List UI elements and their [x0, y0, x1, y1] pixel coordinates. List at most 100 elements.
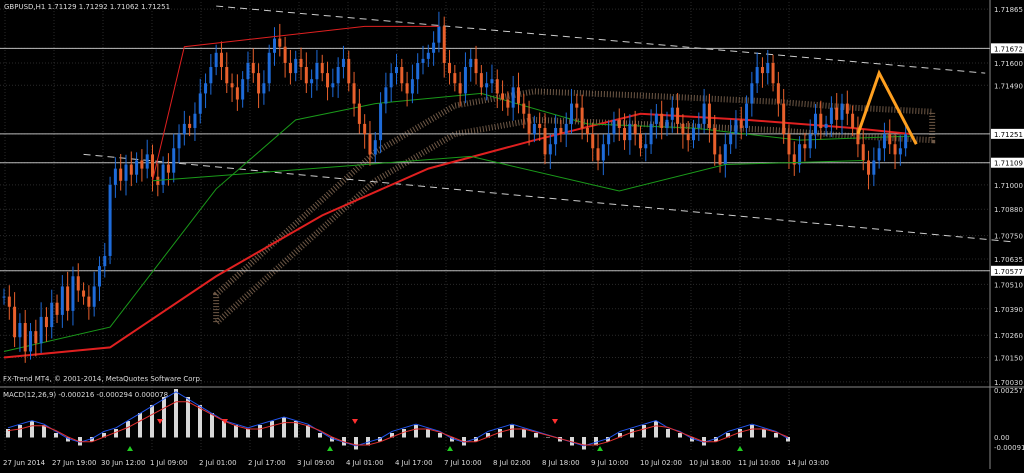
candle-body [522, 103, 526, 114]
candle-body [453, 73, 457, 84]
price-tick-label: 1.70150 [994, 355, 1023, 363]
candle-body [108, 184, 112, 256]
candle-body [670, 107, 674, 120]
candle-body [272, 38, 276, 53]
candle-body [485, 83, 489, 88]
candle-body [660, 113, 664, 128]
candle-body [707, 103, 711, 128]
candle-body [697, 123, 701, 128]
candle-body [654, 113, 658, 124]
time-tick-label: 11 Jul 10:00 [738, 459, 780, 467]
candle-body [29, 331, 33, 352]
macd-axis-label: 0.002571 [994, 387, 1024, 395]
level-label-text: 1.71251 [994, 131, 1023, 139]
candle-body [426, 52, 430, 59]
candle-body [336, 67, 340, 84]
candle-body [734, 119, 738, 135]
candle-body [320, 62, 324, 74]
candle-body [442, 26, 446, 63]
candle-body [607, 134, 611, 145]
candle-body [230, 83, 234, 88]
time-tick-label: 2 Jul 17:00 [248, 459, 286, 467]
candle-body [898, 148, 902, 155]
candle-body [214, 52, 218, 68]
candle-body [182, 123, 186, 135]
candle-body [82, 290, 86, 297]
candle-body [829, 107, 833, 124]
candle-body [617, 119, 621, 128]
candle-body [44, 316, 48, 328]
candle-body [776, 83, 780, 104]
price-tick-label: 1.71490 [994, 82, 1023, 90]
symbol-header: GBPUSD,H1 1.71129 1.71292 1.71062 1.7125… [4, 3, 170, 11]
candle-body [278, 38, 282, 47]
candle-body [145, 154, 149, 169]
candle-body [262, 83, 266, 94]
time-tick-label: 27 Jun 2014 [3, 459, 46, 467]
candle-body [877, 148, 881, 161]
candle-body [193, 113, 197, 128]
candle-body [66, 286, 70, 311]
candle-body [50, 302, 54, 328]
candle-body [490, 79, 494, 84]
candle-body [166, 164, 170, 173]
macd-axis-label: -0.000915 [994, 444, 1024, 452]
level-label-text: 1.71109 [994, 160, 1023, 168]
candle-body [458, 83, 462, 94]
candle-body [824, 123, 828, 128]
candle-body [331, 83, 335, 88]
time-tick-label: 10 Jul 02:00 [640, 459, 682, 467]
candle-body [543, 127, 547, 155]
candle-body [532, 123, 536, 135]
candle-body [39, 316, 43, 344]
price-tick-label: 1.70635 [994, 256, 1023, 264]
candle-body [119, 168, 123, 181]
candle-body [416, 62, 420, 80]
candle-body [676, 107, 680, 124]
price-tick-label: 1.71600 [994, 60, 1023, 68]
candle-body [570, 103, 574, 124]
candle-body [204, 83, 208, 94]
candle-body [644, 144, 648, 149]
candle-body [798, 144, 802, 165]
candle-body [283, 46, 287, 63]
candle-body [373, 140, 377, 155]
candle-body [851, 113, 855, 128]
price-tick-label: 1.70030 [994, 379, 1023, 387]
candle-body [304, 67, 308, 84]
candle-body [506, 99, 510, 108]
candle-body [326, 73, 330, 88]
candle-body [198, 93, 202, 114]
candle-body [400, 67, 404, 84]
time-tick-label: 14 Jul 03:00 [787, 459, 829, 467]
candle-body [294, 58, 298, 74]
candle-body [394, 67, 398, 74]
candle-body [771, 62, 775, 84]
candle-body [840, 103, 844, 120]
candle-body [13, 306, 17, 338]
candle-body [596, 148, 600, 161]
time-tick-label: 8 Jul 18:00 [542, 459, 580, 467]
time-tick-label: 8 Jul 02:00 [493, 459, 531, 467]
candle-body [103, 255, 107, 267]
candle-body [246, 62, 250, 80]
candle-body [2, 296, 6, 298]
candle-body [819, 113, 823, 128]
price-tick-label: 1.70750 [994, 233, 1023, 241]
candle-body [405, 83, 409, 94]
level-label-text: 1.71672 [994, 45, 1023, 53]
candle-body [713, 127, 717, 155]
candle-body [432, 42, 436, 53]
candle-body [755, 67, 759, 84]
candle-body [151, 154, 155, 177]
candle-body [23, 323, 27, 352]
trading-chart[interactable]: 1.71865 1.71672 1.71600 1.71490 1.71251 1.711… [0, 0, 1024, 469]
time-tick-label: 1 Jul 09:00 [150, 459, 188, 467]
candle-body [564, 123, 568, 135]
macd-axis-label: 0.00 [994, 434, 1010, 442]
candle-body [904, 134, 908, 149]
candle-body [787, 134, 791, 155]
candle-body [448, 62, 452, 74]
price-tick-label: 1.70880 [994, 206, 1023, 214]
time-tick-label: 2 Jul 01:00 [199, 459, 237, 467]
